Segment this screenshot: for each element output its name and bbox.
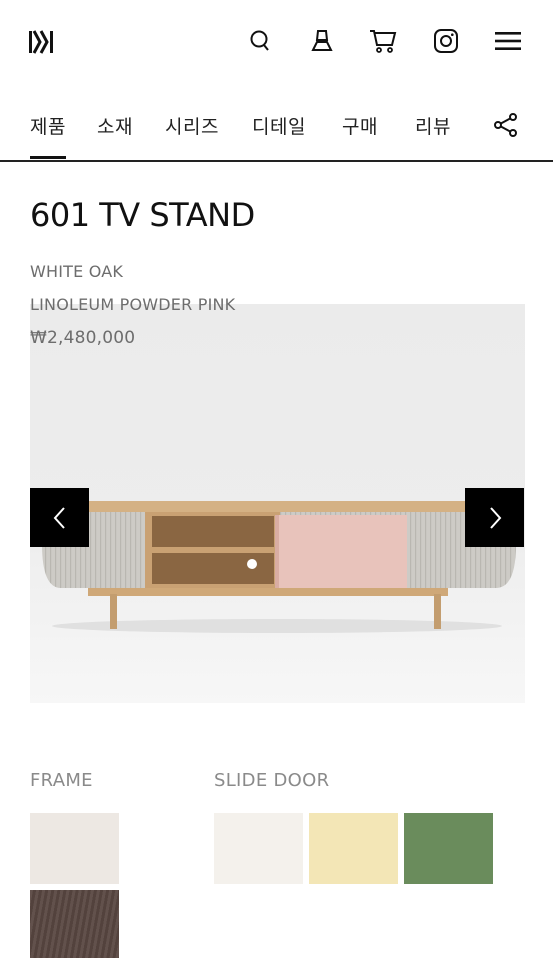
product-title: 601 TV STAND — [30, 196, 255, 234]
frame-swatch-light-oak[interactable] — [30, 813, 119, 884]
chevron-left-icon — [53, 506, 65, 529]
share-icon[interactable] — [492, 111, 520, 139]
tab-review[interactable]: 리뷰 — [415, 112, 451, 139]
tab-purchase[interactable]: 구매 — [342, 112, 378, 139]
instagram-icon[interactable] — [431, 26, 461, 56]
tab-product[interactable]: 제품 — [30, 112, 66, 159]
kontemporary-logo-icon[interactable] — [28, 28, 56, 56]
cart-icon[interactable] — [368, 26, 398, 56]
price-text: ₩2,480,000 — [30, 328, 136, 348]
door-swatch-butter-yellow[interactable] — [309, 813, 398, 884]
top-bar — [0, 0, 553, 84]
section-tabs: 제품 소재 시리즈 디테일 구매 리뷰 — [0, 100, 553, 162]
next-image-button[interactable] — [465, 488, 524, 547]
search-icon[interactable] — [245, 26, 275, 56]
product-image — [30, 304, 525, 703]
frame-swatch-dark-walnut[interactable] — [30, 890, 119, 958]
tab-material[interactable]: 소재 — [97, 112, 133, 139]
frame-material-text: WHITE OAK — [30, 262, 124, 281]
slide-door-options-label: SLIDE DOOR — [214, 770, 330, 791]
chevron-right-icon — [489, 506, 501, 529]
menu-icon[interactable] — [493, 26, 523, 56]
lamp-icon[interactable] — [307, 26, 337, 56]
tab-detail[interactable]: 디테일 — [252, 112, 306, 139]
tab-series[interactable]: 시리즈 — [165, 112, 219, 139]
door-swatch-olive-green[interactable] — [404, 813, 493, 884]
frame-options-label: FRAME — [30, 770, 93, 791]
door-material-text: LINOLEUM POWDER PINK — [30, 295, 236, 314]
door-swatch-off-white[interactable] — [214, 813, 303, 884]
previous-image-button[interactable] — [30, 488, 89, 547]
